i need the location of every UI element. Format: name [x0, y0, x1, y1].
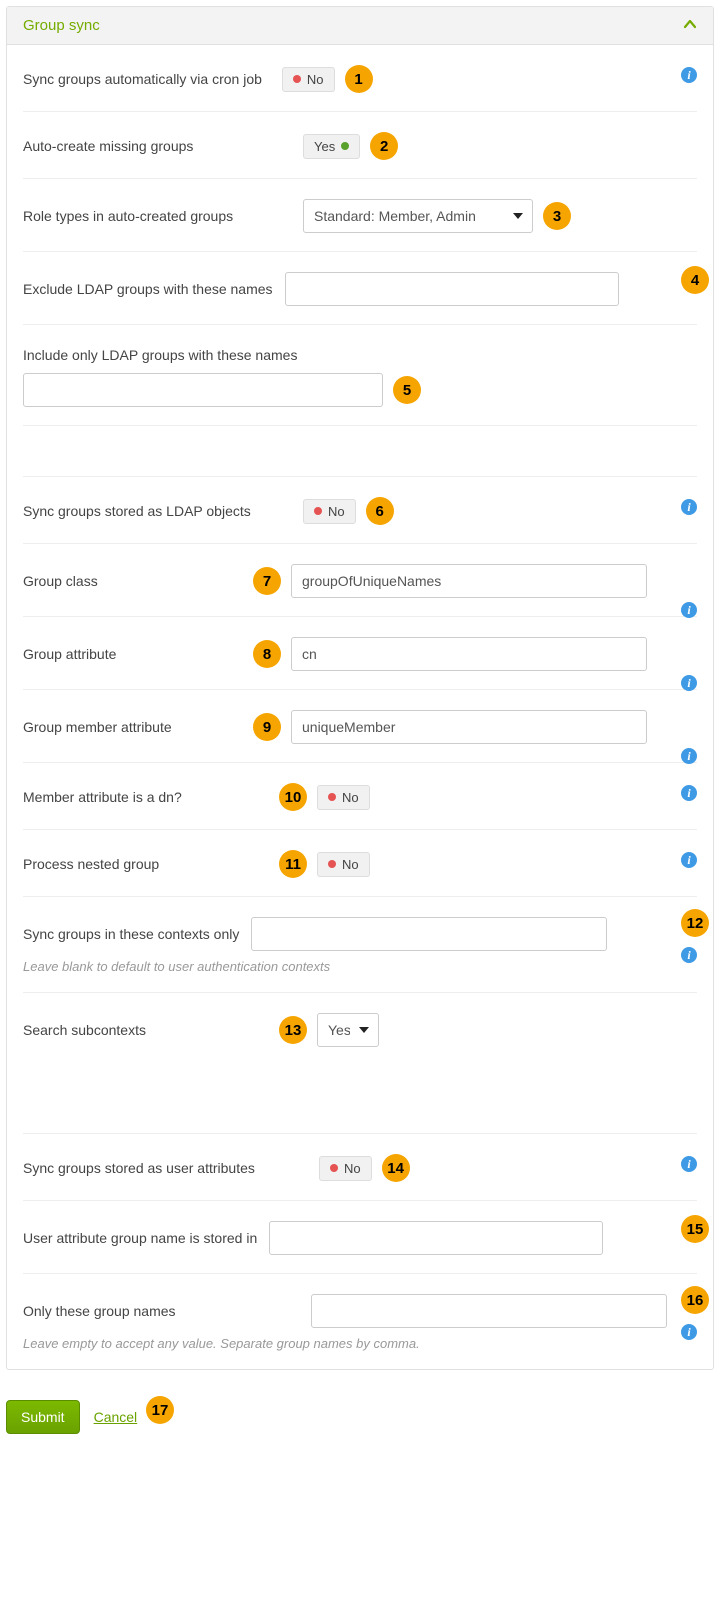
annotation-badge: 7 — [253, 567, 281, 595]
toggle-sync-cron[interactable]: No — [282, 67, 335, 92]
dot-red-icon — [330, 1164, 338, 1172]
annotation-badge: 11 — [279, 850, 307, 878]
annotation-badge: 5 — [393, 376, 421, 404]
annotation-badge: 8 — [253, 640, 281, 668]
label-groupattr: Group attribute — [23, 644, 233, 664]
label-includeonly: Include only LDAP groups with these name… — [23, 345, 677, 365]
setting-sync-cron: Sync groups automatically via cron job N… — [23, 45, 697, 112]
label-onlythese: Only these group names — [23, 1301, 291, 1321]
info-icon[interactable]: i — [681, 602, 697, 618]
section-spacer — [23, 1083, 697, 1134]
panel-body: Sync groups automatically via cron job N… — [7, 45, 713, 1369]
input-exclude[interactable] — [285, 272, 619, 306]
label-userattrs: Sync groups stored as user attributes — [23, 1158, 299, 1178]
input-groupmemberattr[interactable] — [291, 710, 647, 744]
annotation-badge: 13 — [279, 1016, 307, 1044]
label-memberdn: Member attribute is a dn? — [23, 787, 259, 807]
label-groupclass: Group class — [23, 571, 233, 591]
setting-exclude: Exclude LDAP groups with these names 4 — [23, 252, 697, 325]
annotation-badge: 3 — [543, 202, 571, 230]
help-onlythese: Leave empty to accept any value. Separat… — [23, 1336, 697, 1351]
info-icon[interactable]: i — [681, 785, 697, 801]
info-icon[interactable]: i — [681, 852, 697, 868]
input-groupattr[interactable] — [291, 637, 647, 671]
annotation-badge: 6 — [366, 497, 394, 525]
annotation-badge: 15 — [681, 1215, 709, 1243]
setting-roletypes: Role types in auto-created groups Standa… — [23, 179, 697, 252]
info-icon[interactable]: i — [681, 67, 697, 83]
form-footer: Submit Cancel 17 — [6, 1376, 714, 1458]
panel-header[interactable]: Group sync — [7, 7, 713, 45]
toggle-memberdn[interactable]: No — [317, 785, 370, 810]
toggle-nested[interactable]: No — [317, 852, 370, 877]
setting-includeonly: Include only LDAP groups with these name… — [23, 325, 697, 426]
select-roletypes[interactable]: Standard: Member, Admin — [303, 199, 533, 233]
label-groupmemberattr: Group member attribute — [23, 717, 233, 737]
label-subcontexts: Search subcontexts — [23, 1020, 259, 1040]
input-contexts[interactable] — [251, 917, 607, 951]
info-icon[interactable]: i — [681, 947, 697, 963]
setting-contexts: Sync groups in these contexts only Leave… — [23, 897, 697, 993]
label-nested: Process nested group — [23, 854, 259, 874]
help-contexts: Leave blank to default to user authentic… — [23, 959, 697, 974]
setting-userattrs: Sync groups stored as user attributes No… — [23, 1134, 697, 1201]
annotation-badge: 14 — [382, 1154, 410, 1182]
input-includeonly[interactable] — [23, 373, 383, 407]
info-icon[interactable]: i — [681, 1156, 697, 1172]
dot-green-icon — [341, 142, 349, 150]
label-userattrname: User attribute group name is stored in — [23, 1228, 257, 1248]
info-icon[interactable]: i — [681, 1324, 697, 1340]
label-roletypes: Role types in auto-created groups — [23, 206, 283, 226]
dot-red-icon — [314, 507, 322, 515]
section-spacer — [23, 426, 697, 477]
dot-red-icon — [328, 860, 336, 868]
annotation-badge: 4 — [681, 266, 709, 294]
input-userattrname[interactable] — [269, 1221, 603, 1255]
setting-groupattr: Group attribute 8 i — [23, 617, 697, 690]
input-groupclass[interactable] — [291, 564, 647, 598]
annotation-badge: 17 — [146, 1396, 174, 1424]
annotation-badge: 2 — [370, 132, 398, 160]
dot-red-icon — [328, 793, 336, 801]
collapse-icon[interactable] — [683, 17, 697, 34]
setting-autocreate: Auto-create missing groups Yes 2 — [23, 112, 697, 179]
setting-subcontexts: Search subcontexts 13 Yes — [23, 993, 697, 1083]
setting-memberdn: Member attribute is a dn? 10 No i — [23, 763, 697, 830]
annotation-badge: 9 — [253, 713, 281, 741]
select-wrap: Yes — [317, 1013, 379, 1047]
setting-groupmemberattr: Group member attribute 9 i — [23, 690, 697, 763]
info-icon[interactable]: i — [681, 675, 697, 691]
setting-nested: Process nested group 11 No i — [23, 830, 697, 897]
submit-button[interactable]: Submit — [6, 1400, 80, 1434]
setting-ldapobjects: Sync groups stored as LDAP objects No 6 … — [23, 477, 697, 544]
label-contexts: Sync groups in these contexts only — [23, 924, 239, 944]
info-icon[interactable]: i — [681, 499, 697, 515]
toggle-autocreate[interactable]: Yes — [303, 134, 360, 159]
label-exclude: Exclude LDAP groups with these names — [23, 279, 273, 299]
annotation-badge: 16 — [681, 1286, 709, 1314]
group-sync-panel: Group sync Sync groups automatically via… — [6, 6, 714, 1370]
input-onlythese[interactable] — [311, 1294, 667, 1328]
select-wrap: Standard: Member, Admin — [303, 199, 533, 233]
info-icon[interactable]: i — [681, 748, 697, 764]
toggle-userattrs[interactable]: No — [319, 1156, 372, 1181]
annotation-badge: 10 — [279, 783, 307, 811]
annotation-badge: 12 — [681, 909, 709, 937]
toggle-ldapobjects[interactable]: No — [303, 499, 356, 524]
dot-red-icon — [293, 75, 301, 83]
annotation-badge: 1 — [345, 65, 373, 93]
setting-userattrname: User attribute group name is stored in 1… — [23, 1201, 697, 1274]
setting-onlythese: Only these group names Leave empty to ac… — [23, 1274, 697, 1369]
label-sync-cron: Sync groups automatically via cron job — [23, 69, 262, 89]
label-autocreate: Auto-create missing groups — [23, 136, 283, 156]
panel-title: Group sync — [23, 17, 100, 34]
label-ldapobjects: Sync groups stored as LDAP objects — [23, 501, 283, 521]
cancel-link[interactable]: Cancel — [94, 1409, 138, 1425]
select-subcontexts[interactable]: Yes — [317, 1013, 379, 1047]
setting-groupclass: Group class 7 i — [23, 544, 697, 617]
